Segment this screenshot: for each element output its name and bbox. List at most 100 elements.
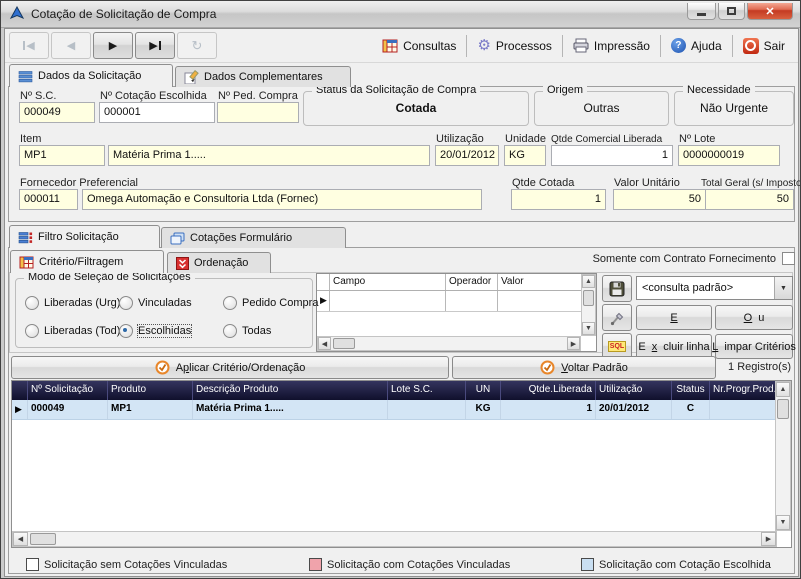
nsc-field[interactable]: 000049 [19,102,95,123]
ped-compra-field[interactable] [217,102,299,123]
close-button[interactable]: ✕ [747,3,793,20]
contrato-fornecimento-checkbox[interactable] [782,252,795,265]
unidade-label: Unidade [505,133,546,145]
tab-label: Dados Complementares [204,71,323,83]
col-qtde-liberada[interactable]: Qtde.Liberada [501,381,596,400]
consulta-padrao-dropdown[interactable]: <consulta padrão> ▼ [636,276,793,300]
col-descricao-produto[interactable]: Descrição Produto [193,381,388,400]
scroll-right-icon[interactable]: ▶ [761,532,776,546]
item-code-field[interactable]: MP1 [19,145,105,166]
maximize-button[interactable] [718,3,745,20]
valor-unitario-field[interactable]: 50 [613,189,706,210]
criteria-col-valor[interactable]: Valor [498,274,580,290]
radio-escolhidas[interactable]: Escolhidas [119,323,191,338]
scroll-thumb[interactable] [583,290,594,306]
impressao-button[interactable]: Impressão [566,32,657,59]
qtde-liberada-field[interactable]: 1 [551,145,673,166]
table-row[interactable]: ▶ 000049 MP1 Matéria Prima 1..... KG 1 2… [12,400,775,420]
chevron-down-icon[interactable]: ▼ [774,277,792,299]
and-button[interactable]: E [636,305,712,330]
sair-button[interactable]: Sair [736,32,792,59]
toolbar-separator [562,35,563,57]
radio-liberadas-urg[interactable]: Liberadas (Urg) [25,295,120,310]
save-query-button[interactable] [602,275,632,302]
fornecedor-nome-field[interactable]: Omega Automação e Consultoria Ltda (Forn… [82,189,482,210]
scroll-down-icon[interactable]: ▼ [776,515,790,530]
tab-dados-complementares[interactable]: Dados Complementares [175,66,351,87]
col-lote-sc[interactable]: Lote S.C. [388,381,466,400]
minimize-button[interactable] [687,3,716,20]
legend-label-cotacao-escolhida: Solicitação com Cotação Escolhida [599,559,771,571]
tab-criterio-filtragem[interactable]: Critério/Filtragem [10,250,164,273]
cotacao-escolhida-field[interactable]: 000001 [99,102,215,123]
scroll-left-icon[interactable]: ◀ [318,337,331,350]
nav-last-button[interactable]: ▶ [135,32,175,59]
radio-liberadas-tod[interactable]: Liberadas (Tod) [25,323,120,338]
scroll-left-icon[interactable]: ◀ [13,532,28,546]
scroll-thumb[interactable] [777,399,789,419]
pages-icon [170,232,185,245]
tab-cotacoes-formulario[interactable]: Cotações Formulário [161,227,346,248]
clear-brush-button[interactable] [602,304,632,331]
col-produto[interactable]: Produto [108,381,193,400]
ajuda-button[interactable]: ? Ajuda [664,32,729,59]
toolbar-separator [466,35,467,57]
qtde-cotada-field[interactable]: 1 [511,189,606,210]
item-desc-field[interactable]: Matéria Prima 1..... [108,145,430,166]
processos-button[interactable]: ⚙ Processos [470,32,558,59]
legend-swatch-cotacao-escolhida [581,558,594,571]
criteria-col-campo[interactable]: Campo [330,274,446,290]
previous-record-icon: ◀ [67,39,75,52]
nav-previous-button[interactable]: ◀ [51,32,91,59]
criteria-cell-campo[interactable] [330,291,446,311]
radio-pedido-compra[interactable]: Pedido Compra [223,295,318,310]
radio-vinculadas[interactable]: Vinculadas [119,295,192,310]
consultas-button[interactable]: Consultas [375,32,463,59]
fornecedor-code-field[interactable]: 000011 [19,189,78,210]
col-un[interactable]: UN [466,381,501,400]
tab-dados-solicitacao[interactable]: Dados da Solicitação [9,64,173,87]
criteria-cell-valor[interactable] [498,291,580,311]
total-geral-label: Total Geral (s/ Impostos) [701,178,801,189]
limpar-criterios-button[interactable]: Limpar Critérios [715,334,793,359]
nav-first-button[interactable]: ◀ [9,32,49,59]
nav-refresh-button[interactable]: ↻ [177,32,217,59]
nav-next-button[interactable]: ▶ [93,32,133,59]
refresh-icon: ↻ [192,38,203,54]
voltar-padrao-button[interactable]: Voltar Padrão [452,356,716,379]
criteria-hscrollbar[interactable]: ◀ ▶ [317,336,581,351]
col-utilizacao[interactable]: Utilização [596,381,672,400]
grid-icon [19,256,34,269]
voltar-label: Voltar Padrão [561,362,628,374]
radio-todas[interactable]: Todas [223,323,271,338]
app-icon [9,6,25,22]
scroll-up-icon[interactable]: ▲ [582,275,595,288]
total-geral-field[interactable]: 50 [705,189,794,210]
results-vscrollbar[interactable]: ▲ ▼ [775,381,791,531]
criteria-col-operador[interactable]: Operador [446,274,498,290]
lote-field[interactable]: 0000000019 [678,145,780,166]
scroll-up-icon[interactable]: ▲ [776,382,790,397]
tab-ordenacao[interactable]: Ordenação [167,252,271,273]
scroll-thumb[interactable] [333,338,355,349]
radio-icon [119,296,133,310]
necessidade-label: Necessidade [683,84,755,96]
header-indicator [12,381,28,400]
col-n-solicitacao[interactable]: Nº Solicitação [28,381,108,400]
aplicar-criterio-button[interactable]: Aplicar Critério/Ordenação [11,356,449,379]
scroll-thumb[interactable] [30,533,56,545]
scroll-right-icon[interactable]: ▶ [567,337,580,350]
tab-filtro-solicitacao[interactable]: Filtro Solicitação [9,225,160,248]
or-button[interactable]: Ou [715,305,793,330]
scroll-down-icon[interactable]: ▼ [582,322,595,335]
floppy-disk-icon [609,281,625,297]
radio-label: Todas [242,325,271,337]
criteria-vscrollbar[interactable]: ▲ ▼ [581,274,596,336]
unidade-field[interactable]: KG [504,145,546,166]
results-hscrollbar[interactable]: ◀ ▶ [12,531,777,547]
col-nr-progr-prod[interactable]: Nr.Progr.Prod. [710,381,775,400]
criteria-cell-operador[interactable] [446,291,498,311]
utilizacao-field[interactable]: 20/01/2012 [435,145,499,166]
col-status[interactable]: Status [672,381,710,400]
utilizacao-label: Utilização [436,133,484,145]
